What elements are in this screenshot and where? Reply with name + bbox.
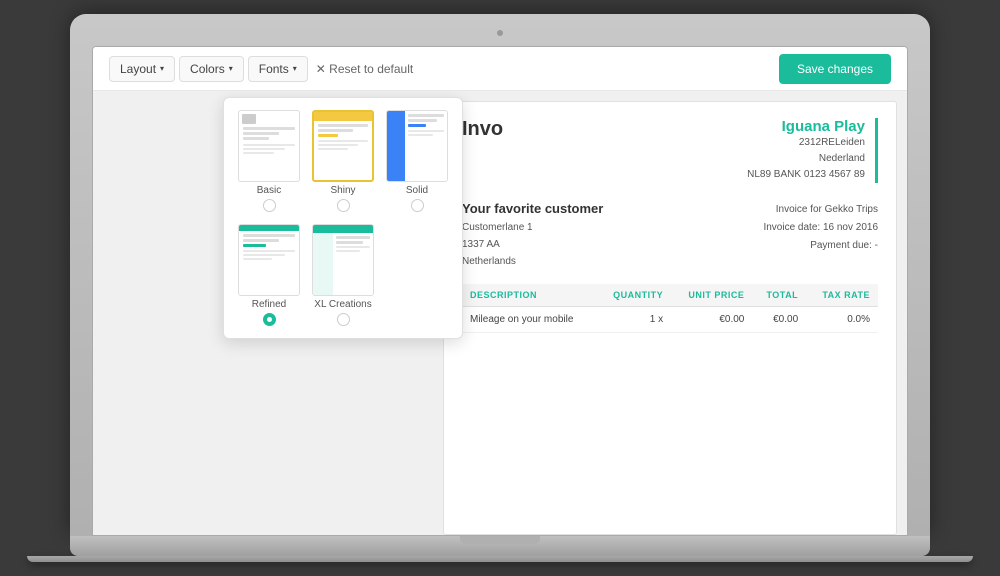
invoice-for: Invoice for Gekko Trips [763, 201, 878, 219]
invoice-table: DESCRIPTION QUANTITY UNIT PRICE [462, 284, 878, 333]
table-row: Mileage on your mobile 1 x €0.00 €0.00 0… [462, 307, 878, 333]
layout-item-shiny[interactable]: Shiny [310, 110, 376, 212]
radio-xl[interactable] [337, 313, 350, 326]
layout-label-shiny: Shiny [330, 185, 355, 196]
chevron-down-icon: ▾ [160, 64, 164, 73]
col-tax-rate: TAX RATE [806, 284, 878, 307]
toolbar: Layout ▾ Colors ▾ Fonts ▾ ✕ Reset t [93, 47, 907, 91]
layout-label-basic: Basic [257, 185, 281, 196]
chevron-down-icon: ▾ [293, 64, 297, 73]
radio-solid[interactable] [411, 199, 424, 212]
fonts-button[interactable]: Fonts ▾ [248, 56, 308, 82]
radio-refined[interactable] [263, 313, 276, 326]
layout-item-refined[interactable]: Refined [236, 224, 302, 326]
radio-basic[interactable] [263, 199, 276, 212]
col-total: TOTAL [752, 284, 806, 307]
row-tax-rate: 0.0% [806, 307, 878, 333]
row-unit-price: €0.00 [671, 307, 752, 333]
chevron-down-icon: ▾ [229, 64, 233, 73]
customer-addr3: Netherlands [462, 253, 603, 270]
col-unit-price: UNIT PRICE [671, 284, 752, 307]
company-info: Iguana Play 2312RELeiden Nederland NL89 … [747, 118, 878, 183]
company-bank: NL89 BANK 0123 4567 89 [747, 167, 865, 183]
customer-addr2: 1337 AA [462, 236, 603, 253]
invoice-title: Invo [462, 118, 503, 141]
layout-label-refined: Refined [252, 299, 286, 310]
company-address2: Nederland [747, 151, 865, 167]
save-button[interactable]: Save changes [779, 54, 891, 84]
col-description: DESCRIPTION [462, 284, 597, 307]
camera [497, 30, 503, 36]
invoice-document: Invo Iguana Play 2312RELeiden Nederland … [443, 101, 897, 535]
customer-addr1: Customerlane 1 [462, 219, 603, 236]
row-total: €0.00 [752, 307, 806, 333]
radio-shiny[interactable] [337, 199, 350, 212]
layout-dropdown-panel: Basic [223, 97, 463, 339]
row-quantity: 1 x [597, 307, 671, 333]
customer-name: Your favorite customer [462, 201, 603, 216]
laptop-screen: Layout ▾ Colors ▾ Fonts ▾ ✕ Reset t [92, 46, 908, 536]
main-content: Basic [93, 91, 907, 535]
invoice-meta: Invoice for Gekko Trips Invoice date: 16… [763, 201, 878, 270]
layout-button[interactable]: Layout ▾ [109, 56, 175, 82]
billing-customer: Your favorite customer Customerlane 1 13… [462, 201, 603, 270]
col-quantity: QUANTITY [597, 284, 671, 307]
reset-button[interactable]: ✕ Reset to default [316, 62, 413, 76]
payment-due: Payment due: - [763, 237, 878, 255]
layout-label-solid: Solid [406, 185, 428, 196]
invoice-date: Invoice date: 16 nov 2016 [763, 219, 878, 237]
layout-item-solid[interactable]: Solid [384, 110, 450, 212]
company-address1: 2312RELeiden [747, 135, 865, 151]
colors-button[interactable]: Colors ▾ [179, 56, 244, 82]
row-description: Mileage on your mobile [462, 307, 597, 333]
layout-label-xl: XL Creations [314, 299, 371, 310]
layout-item-xl[interactable]: XL Creations [310, 224, 376, 326]
company-name: Iguana Play [747, 118, 865, 135]
layout-item-basic[interactable]: Basic [236, 110, 302, 212]
